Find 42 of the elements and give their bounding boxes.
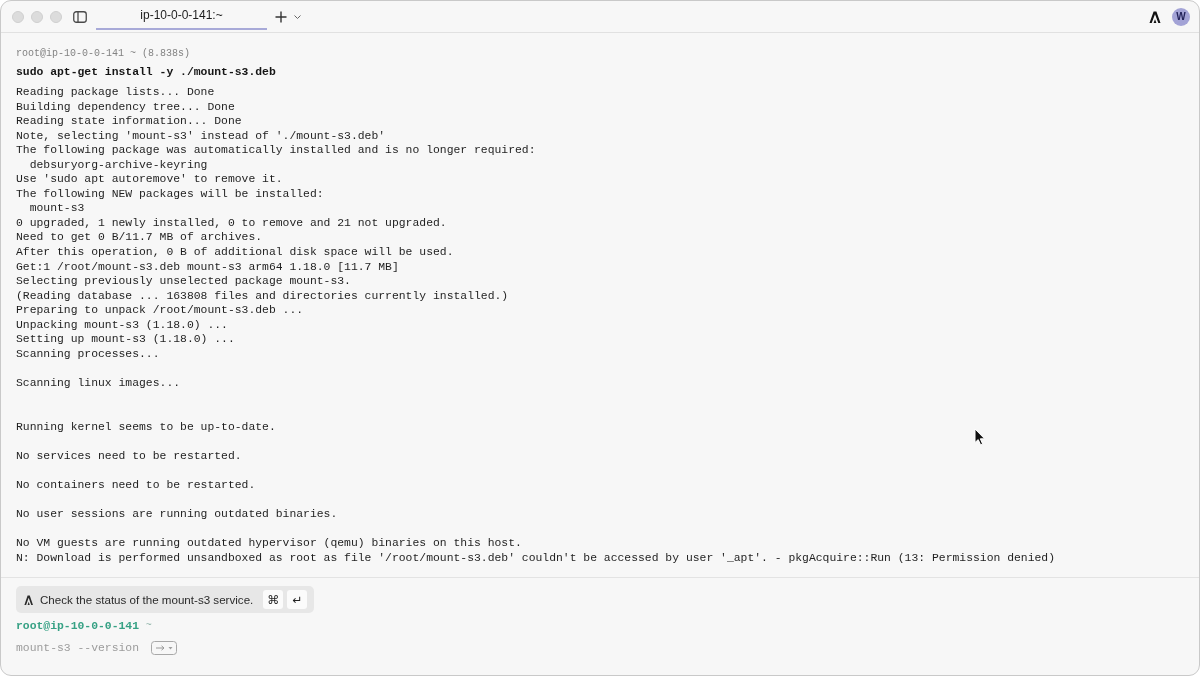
plus-icon[interactable]	[275, 10, 287, 23]
output-line: The following package was automatically installed and is no longer required:	[16, 143, 536, 158]
mouse-pointer-icon	[974, 428, 986, 446]
output-line: Use 'sudo apt autoremove' to remove it.	[16, 172, 283, 187]
output-line: Scanning processes...	[16, 346, 160, 362]
output-line: Preparing to unpack /root/mount-s3.deb ...	[16, 303, 304, 318]
block-header: root@ip-10-0-0-141 ~ (8.838s)	[16, 47, 191, 61]
output-line: N: Download is performed unsandboxed as root as file '/root/mount-s3.deb' couldn't be accessed by user '_apt'. - pkgAcquire::Run (13: Permission denied)	[16, 550, 1055, 566]
command-input[interactable]: mount-s3 --version	[16, 640, 143, 656]
output-line: Unpacking mount-s3 (1.18.0) ...	[16, 317, 228, 333]
output-line: Running kernel seems to be up-to-date.	[16, 419, 276, 435]
prompt-path: ~	[145, 619, 152, 633]
output-line: The following NEW packages will be installed:	[16, 186, 324, 202]
output-line: After this operation, 0 B of additional disk space will be used.	[16, 245, 454, 260]
output-line: 0 upgraded, 1 newly installed, 0 to remove and 21 not upgraded.	[16, 215, 447, 231]
chevron-down-icon[interactable]	[294, 14, 301, 19]
suggestion-chip[interactable]: Check the status of the mount-s3 service. ⌘ ↵	[16, 586, 315, 613]
output-line: No containers need to be restarted.	[16, 477, 256, 493]
output-line: Setting up mount-s3 (1.18.0) ...	[16, 332, 235, 347]
prompt-host: root@ip-10-0-0-141	[16, 619, 140, 634]
output-line: Get:1 /root/mount-s3.deb mount-s3 arm64 1.18.0 [11.7 MB]	[16, 259, 399, 275]
logo-icon	[24, 594, 33, 605]
output-line: debsuryorg-archive-keyring	[28, 157, 208, 173]
logo-icon[interactable]	[1149, 10, 1161, 23]
output-line: mount-s3	[28, 201, 85, 216]
output-line: (Reading database ... 163808 files and directories currently installed.)	[16, 288, 509, 304]
output-line: No user sessions are running outdated binaries.	[16, 506, 338, 522]
output-line: Note, selecting 'mount-s3' instead of './mount-s3.deb'	[16, 128, 386, 144]
terminal-tab[interactable]: ip-10-0-0-141:~	[96, 1, 267, 30]
user-avatar[interactable]: W	[1172, 7, 1190, 26]
output-line: Reading state information... Done	[16, 114, 242, 129]
output-line: Reading package lists... Done	[16, 85, 215, 100]
output-line: Building dependency tree... Done	[16, 99, 235, 115]
output-line: Selecting previously unselected package mount-s3.	[16, 274, 351, 289]
output-line: No VM guests are running outdated hypervisor (qemu) binaries on this host.	[16, 535, 522, 551]
shortcut-key: ↵	[287, 590, 308, 609]
output-line: No services need to be restarted.	[16, 448, 242, 464]
shortcut-key: ⌘	[263, 590, 284, 609]
command-text: sudo apt-get install -y ./mount-s3.deb	[16, 65, 276, 80]
output-line: Scanning linux images...	[16, 375, 181, 391]
sidebar-icon[interactable]	[73, 10, 87, 23]
output-line: Need to get 0 B/11.7 MB of archives.	[16, 230, 263, 245]
